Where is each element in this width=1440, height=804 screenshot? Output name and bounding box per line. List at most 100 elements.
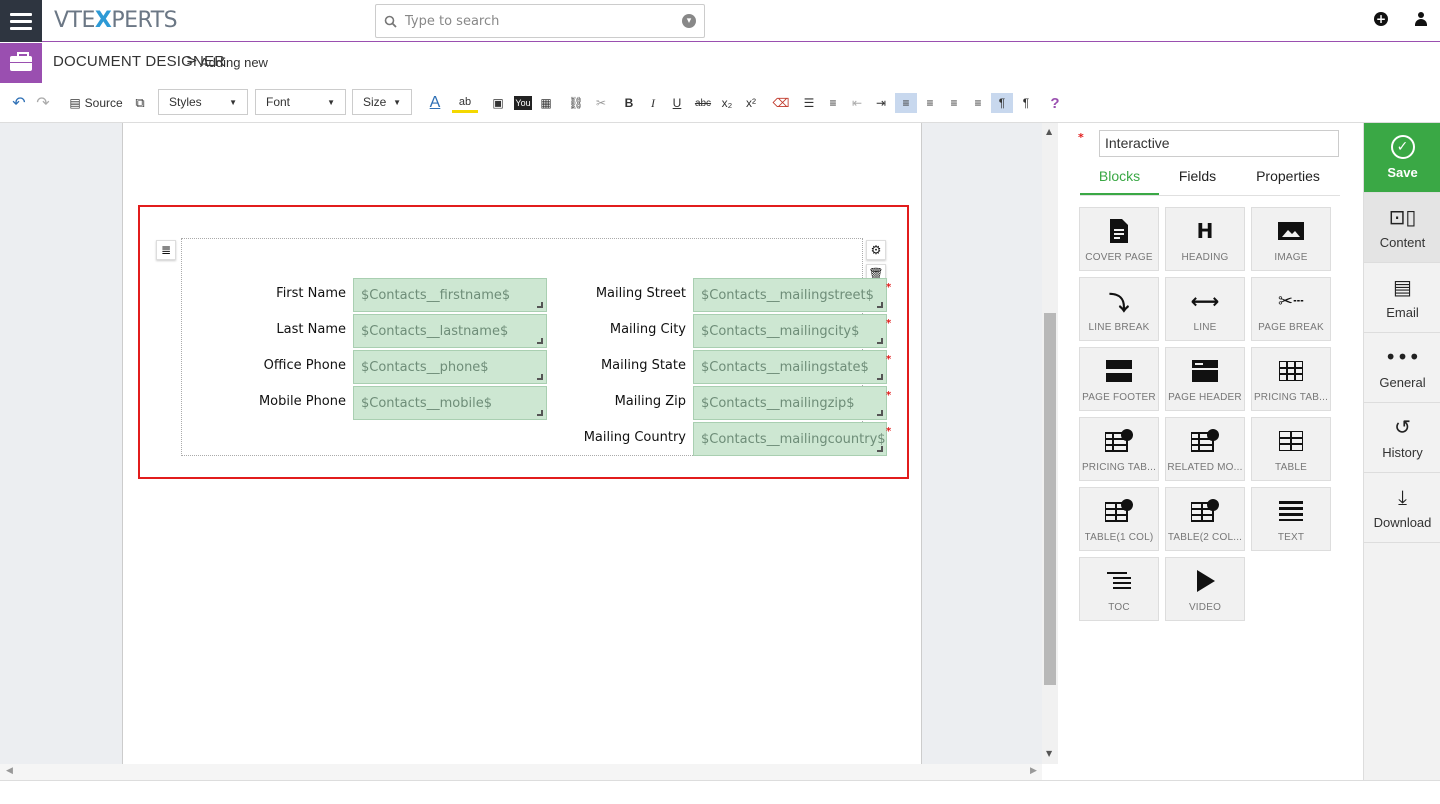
resize-grip-icon[interactable] (537, 410, 543, 416)
italic-button[interactable]: I (646, 93, 660, 113)
field-mailingstate[interactable]: $Contacts__mailingstate$ (693, 350, 887, 384)
panel-tabs: Blocks Fields Properties (1080, 161, 1340, 195)
user-profile-icon[interactable] (1414, 12, 1428, 26)
text-icon (1279, 498, 1303, 524)
block-table-1-col[interactable]: TABLE(1 COL) (1079, 487, 1159, 551)
resize-grip-icon[interactable] (877, 302, 883, 308)
rtl-direction-icon[interactable]: ¶ (1016, 93, 1036, 113)
bulleted-list-icon[interactable]: ≡ (824, 93, 842, 113)
save-button[interactable]: ✓ Save (1364, 123, 1440, 193)
content-icon: ⊡▯ (1388, 205, 1417, 229)
heading-icon: H (1196, 219, 1214, 243)
block-video[interactable]: VIDEO (1165, 557, 1245, 621)
quick-create-icon[interactable]: + (1374, 12, 1388, 26)
field-phone[interactable]: $Contacts__phone$ (353, 350, 547, 384)
download-button[interactable]: ⤓ Download (1364, 473, 1440, 543)
align-right-icon[interactable]: ≡ (944, 93, 964, 113)
hamburger-menu-icon[interactable] (0, 0, 42, 42)
source-button[interactable]: ▤ Source (66, 93, 126, 113)
block-pricing-table[interactable]: PRICING TAB... (1251, 347, 1331, 411)
outdent-icon[interactable]: ⇤ (848, 93, 866, 113)
scroll-up-icon[interactable]: ▲ (1046, 127, 1052, 136)
briefcase-icon[interactable] (0, 43, 42, 83)
general-button[interactable]: ••• General (1364, 333, 1440, 403)
history-button[interactable]: ↺ History (1364, 403, 1440, 473)
search-input[interactable]: Type to search (405, 14, 682, 29)
scroll-left-icon[interactable]: ◀ (6, 766, 13, 776)
scroll-thumb[interactable] (1044, 313, 1056, 685)
help-button[interactable]: ? (1046, 93, 1064, 113)
block-heading[interactable]: H HEADING (1165, 207, 1245, 271)
resize-grip-icon[interactable] (537, 374, 543, 380)
email-button[interactable]: ▤ Email (1364, 263, 1440, 333)
youtube-icon[interactable]: You (514, 96, 532, 110)
block-line[interactable]: ⟷ LINE (1165, 277, 1245, 341)
field-firstname[interactable]: $Contacts__firstname$ (353, 278, 547, 312)
block-table-2-col[interactable]: TABLE(2 COL... (1165, 487, 1245, 551)
resize-grip-icon[interactable] (537, 302, 543, 308)
tab-properties[interactable]: Properties (1236, 161, 1340, 195)
subscript-button[interactable]: x₂ (718, 93, 736, 113)
resize-grip-icon[interactable] (877, 338, 883, 344)
template-name-input[interactable]: Interactive (1099, 130, 1339, 157)
remove-format-icon[interactable]: ⌫ (772, 93, 790, 113)
field-lastname[interactable]: $Contacts__lastname$ (353, 314, 547, 348)
templates-icon[interactable]: ⧉ (132, 93, 148, 113)
tab-blocks[interactable]: Blocks (1080, 161, 1159, 195)
block-menu-icon[interactable]: ≣ (156, 240, 176, 260)
undo-icon[interactable]: ↶ (10, 93, 28, 113)
unlink-icon[interactable]: ✂ (592, 93, 610, 113)
numbered-list-icon[interactable]: ☰ (800, 93, 818, 113)
underline-button[interactable]: U (670, 93, 684, 113)
block-table[interactable]: TABLE (1251, 417, 1331, 481)
redo-icon[interactable]: ↷ (34, 93, 52, 113)
resize-grip-icon[interactable] (877, 410, 883, 416)
block-related-module[interactable]: RELATED MO... (1165, 417, 1245, 481)
bold-button[interactable]: B (622, 93, 636, 113)
field-mailingstreet[interactable]: $Contacts__mailingstreet$ (693, 278, 887, 312)
font-select[interactable]: Font ▼ (255, 89, 346, 115)
field-mailingzip[interactable]: $Contacts__mailingzip$ (693, 386, 887, 420)
styles-select[interactable]: Styles ▼ (158, 89, 248, 115)
align-center-icon[interactable]: ≡ (920, 93, 940, 113)
text-color-icon[interactable]: A (422, 93, 448, 113)
image-insert-icon[interactable]: ▣ (490, 93, 506, 113)
table-insert-icon[interactable]: ▦ (538, 93, 554, 113)
vtexperts-logo[interactable]: VTEXPERTS (54, 8, 178, 33)
field-mailingcountry[interactable]: $Contacts__mailingcountry$ (693, 422, 887, 456)
horizontal-scrollbar[interactable]: ◀ ▶ (0, 764, 1042, 780)
align-left-icon[interactable]: ≡ (895, 93, 917, 113)
block-line-break[interactable]: ⤵ LINE BREAK (1079, 277, 1159, 341)
scroll-right-icon[interactable]: ▶ (1030, 766, 1037, 776)
search-dropdown-icon[interactable]: ▾ (682, 14, 696, 28)
resize-grip-icon[interactable] (877, 446, 883, 452)
content-button[interactable]: ⊡▯ Content (1364, 193, 1440, 263)
block-toc[interactable]: TOC (1079, 557, 1159, 621)
superscript-button[interactable]: x² (742, 93, 760, 113)
field-mailingcity[interactable]: $Contacts__mailingcity$ (693, 314, 887, 348)
block-image[interactable]: IMAGE (1251, 207, 1331, 271)
background-color-icon[interactable]: ab (452, 93, 478, 113)
tab-fields[interactable]: Fields (1159, 161, 1236, 195)
strikethrough-button[interactable]: abc (692, 93, 714, 113)
resize-grip-icon[interactable] (537, 338, 543, 344)
resize-grip-icon[interactable] (877, 374, 883, 380)
align-justify-icon[interactable]: ≡ (968, 93, 988, 113)
size-select[interactable]: Size ▼ (352, 89, 412, 115)
block-page-break[interactable]: ✂┄ PAGE BREAK (1251, 277, 1331, 341)
block-page-footer[interactable]: PAGE FOOTER (1079, 347, 1159, 411)
field-mobile[interactable]: $Contacts__mobile$ (353, 386, 547, 420)
indent-icon[interactable]: ⇥ (872, 93, 890, 113)
field-label: Last Name (276, 322, 346, 337)
ltr-direction-icon[interactable]: ¶ (991, 93, 1013, 113)
block-pricing-table-id[interactable]: PRICING TAB... (1079, 417, 1159, 481)
vertical-scrollbar[interactable]: ▲ ▼ (1042, 123, 1058, 764)
block-page-header[interactable]: PAGE HEADER (1165, 347, 1245, 411)
required-marker: * (886, 390, 892, 401)
global-search-box[interactable]: Type to search ▾ (375, 4, 705, 38)
block-cover-page[interactable]: COVER PAGE (1079, 207, 1159, 271)
block-text[interactable]: TEXT (1251, 487, 1331, 551)
link-icon[interactable]: ⛓ (567, 93, 585, 113)
scroll-down-icon[interactable]: ▼ (1046, 749, 1052, 758)
block-settings-icon[interactable]: ⚙ (866, 240, 886, 260)
